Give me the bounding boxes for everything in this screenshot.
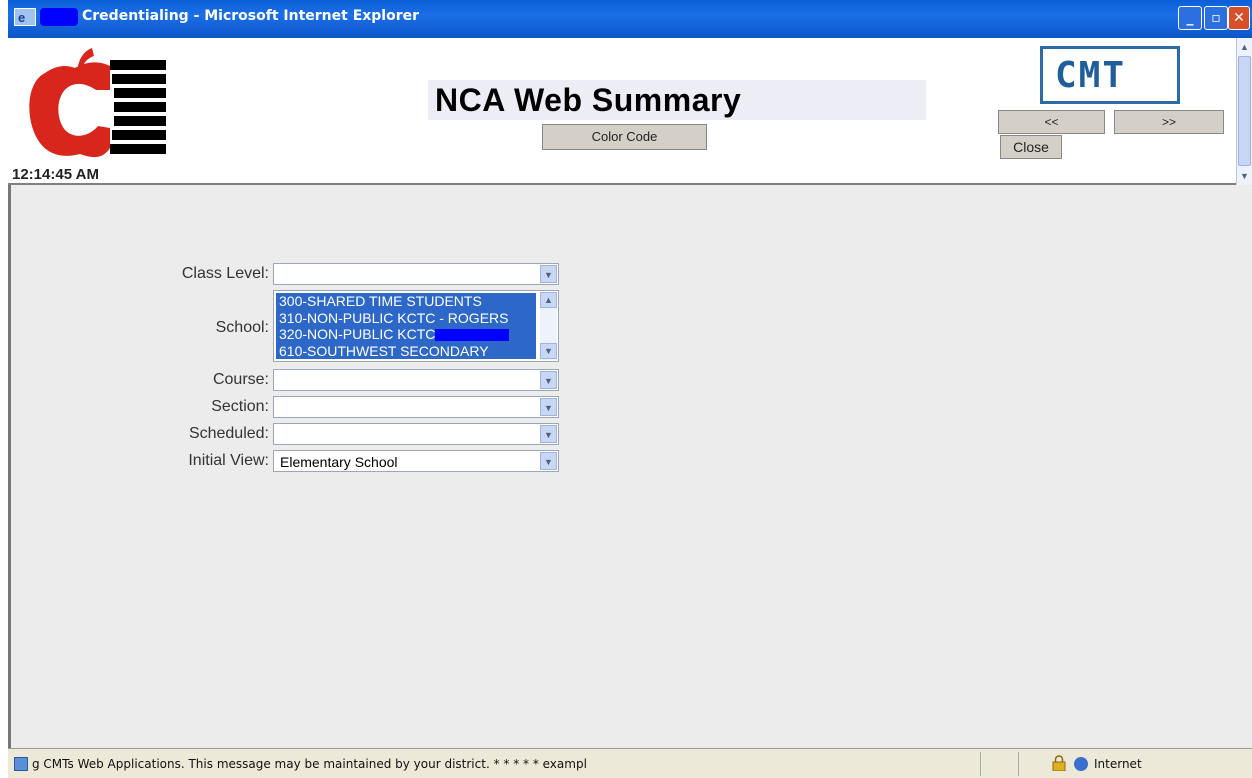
list-item[interactable]: 300-SHARED TIME STUDENTS — [276, 293, 536, 310]
status-message: g CMTs Web Applications. This message ma… — [32, 757, 587, 771]
chevron-down-icon[interactable]: ▼ — [540, 265, 557, 283]
cmt-logo: CMT — [1040, 46, 1180, 104]
scroll-up-icon[interactable]: ▲ — [540, 292, 557, 308]
previous-button[interactable]: << — [998, 110, 1105, 134]
school-options: 300-SHARED TIME STUDENTS 310-NON-PUBLIC … — [276, 293, 536, 359]
course-label: Course: — [212, 371, 269, 388]
scheduled-label: Scheduled: — [188, 425, 269, 442]
header-scrollbar[interactable]: ▲ ▼ — [1236, 38, 1252, 185]
section-label: Section: — [211, 398, 269, 415]
next-button[interactable]: >> — [1114, 110, 1224, 134]
school-label: School: — [215, 319, 269, 336]
scroll-down-icon[interactable]: ▼ — [1238, 168, 1251, 184]
form-area: Class Level: ▼ School: 300-SHARED TIME S… — [8, 185, 1252, 748]
redacted-title-block — [40, 8, 78, 26]
clock-text: 12:14:45 AM — [12, 166, 99, 183]
redacted-block — [435, 329, 510, 342]
chevron-down-icon[interactable]: ▼ — [540, 398, 557, 416]
globe-icon — [1074, 757, 1088, 771]
status-divider — [980, 752, 981, 776]
initial-view-value: Elementary School — [280, 454, 398, 470]
scheduled-select[interactable]: ▼ — [273, 423, 559, 445]
status-divider — [1018, 752, 1019, 776]
school-listbox[interactable]: 300-SHARED TIME STUDENTS 310-NON-PUBLIC … — [273, 290, 559, 362]
initial-view-label: Initial View: — [188, 452, 269, 469]
list-item[interactable]: 610-SOUTHWEST SECONDARY — [276, 343, 536, 360]
title-bar: e Credentialing - Microsoft Internet Exp… — [8, 0, 1252, 38]
list-item-text: 320-NON-PUBLIC KCTC — [279, 326, 436, 342]
cmt-logo-text: CMT — [1055, 55, 1127, 96]
window-title: Credentialing - Microsoft Internet Explo… — [82, 8, 420, 24]
ie-app-icon[interactable]: e — [14, 8, 36, 26]
initial-view-select[interactable]: Elementary School ▼ — [273, 450, 559, 472]
course-select[interactable]: ▼ — [273, 369, 559, 391]
lock-icon — [1052, 755, 1066, 771]
chevron-down-icon[interactable]: ▼ — [540, 425, 557, 443]
chevron-down-icon[interactable]: ▼ — [540, 371, 557, 389]
list-item[interactable]: 310-NON-PUBLIC KCTC - ROGERS — [276, 310, 536, 327]
browser-window: e Credentialing - Microsoft Internet Exp… — [8, 0, 1252, 778]
apple-logo-icon — [29, 48, 166, 158]
list-item[interactable]: 320-NON-PUBLIC KCTC — [276, 326, 536, 343]
restore-button[interactable]: ▫ — [1204, 6, 1228, 30]
page-title: NCA Web Summary — [435, 82, 742, 118]
minimize-button[interactable]: _ — [1178, 6, 1202, 30]
scroll-down-icon[interactable]: ▼ — [540, 343, 557, 359]
section-select[interactable]: ▼ — [273, 396, 559, 418]
scroll-up-icon[interactable]: ▲ — [1238, 39, 1251, 55]
scroll-thumb[interactable] — [1238, 56, 1251, 166]
close-button[interactable]: Close — [1000, 135, 1062, 159]
class-level-select[interactable]: ▼ — [273, 263, 559, 285]
close-window-button[interactable]: ✕ — [1228, 6, 1250, 30]
listbox-scrollbar[interactable]: ▲ ▼ — [540, 292, 557, 360]
class-level-label: Class Level: — [181, 265, 269, 282]
page-icon — [14, 757, 28, 771]
color-code-button[interactable]: Color Code — [542, 124, 707, 150]
zone-label: Internet — [1094, 757, 1142, 771]
status-bar: g CMTs Web Applications. This message ma… — [8, 748, 1252, 778]
chevron-down-icon[interactable]: ▼ — [540, 452, 557, 470]
page-header: 12:14:45 AM NCA Web Summary Color Code C… — [8, 38, 1252, 185]
